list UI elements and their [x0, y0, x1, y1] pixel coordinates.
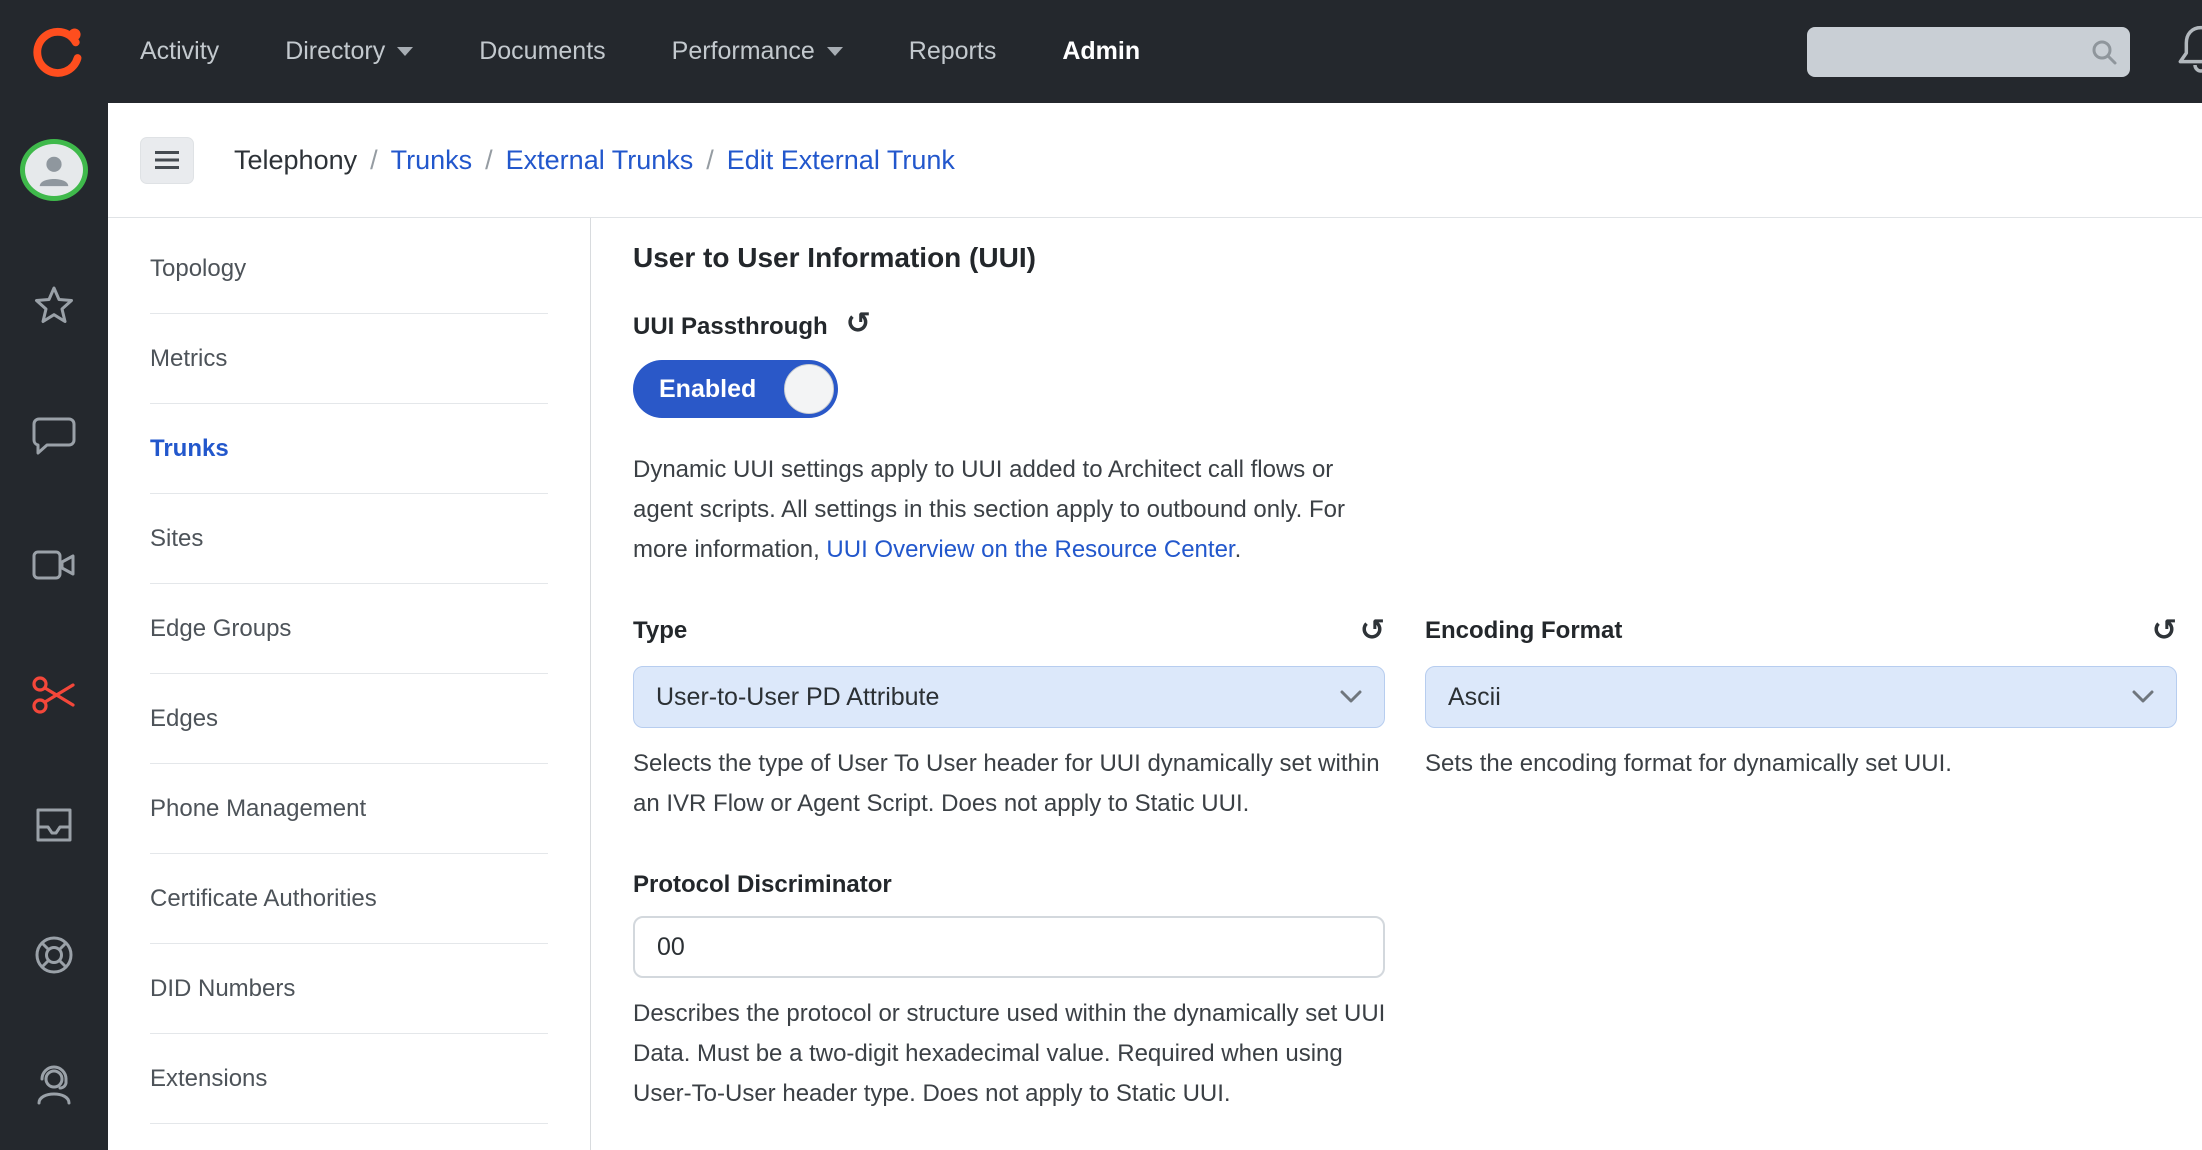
life-buoy-icon — [31, 932, 77, 978]
breadcrumb-separator: / — [370, 145, 378, 176]
menu-item-topology[interactable]: Topology — [150, 224, 548, 314]
left-icon-rail — [0, 103, 108, 1150]
description-text-end: . — [1235, 536, 1242, 563]
type-select-value: User-to-User PD Attribute — [656, 683, 939, 712]
scissors-button[interactable] — [0, 630, 108, 760]
toggle-knob — [784, 364, 834, 414]
menu-item-sites[interactable]: Sites — [150, 494, 548, 584]
chevron-down-icon — [397, 47, 413, 56]
menu-item-certificate-authorities[interactable]: Certificate Authorities — [150, 854, 548, 944]
nav-item-performance[interactable]: Performance — [672, 37, 843, 66]
hamburger-icon — [154, 150, 180, 170]
protocol-label: Protocol Discriminator — [633, 871, 892, 899]
video-button[interactable] — [0, 500, 108, 630]
topbar-right — [1807, 21, 2202, 82]
chevron-down-icon — [2132, 690, 2154, 704]
reset-icon[interactable]: ↺ — [846, 309, 871, 339]
breadcrumb-bar: Telephony / Trunks / External Trunks / E… — [108, 103, 2202, 218]
scissors-icon — [30, 673, 78, 717]
encoding-help-text: Sets the encoding format for dynamically… — [1425, 744, 2177, 784]
uui-overview-link[interactable]: UUI Overview on the Resource Center — [826, 536, 1234, 563]
reset-icon[interactable]: ↺ — [2152, 616, 2177, 646]
menu-item-metrics[interactable]: Metrics — [150, 314, 548, 404]
menu-toggle-button[interactable] — [140, 137, 194, 184]
nav-item-reports[interactable]: Reports — [909, 37, 997, 66]
field-columns: Type ↺ User-to-User PD Attribute Selects… — [633, 614, 2202, 824]
protocol-help-text: Describes the protocol or structure used… — [633, 994, 1389, 1114]
type-help-text: Selects the type of User To User header … — [633, 744, 1385, 824]
menu-item-did-numbers[interactable]: DID Numbers — [150, 944, 548, 1034]
app-root: Activity Directory Documents Performance… — [0, 0, 2202, 1150]
agent-button[interactable] — [0, 1020, 108, 1150]
toggle-state-label: Enabled — [659, 375, 756, 404]
protocol-discriminator-input[interactable] — [633, 916, 1385, 978]
uui-passthrough-toggle[interactable]: Enabled — [633, 360, 838, 418]
breadcrumb-separator: / — [485, 145, 493, 176]
chevron-down-icon — [1340, 690, 1362, 704]
type-label-row: Type ↺ — [633, 614, 1385, 648]
breadcrumb-separator: / — [706, 145, 714, 176]
rail-icons — [0, 240, 108, 1150]
video-camera-icon — [30, 545, 78, 585]
nav-item-label: Directory — [285, 37, 385, 66]
person-icon — [35, 151, 73, 189]
telephony-menu: Topology Metrics Trunks Sites Edge Group… — [108, 218, 591, 1150]
encoding-select-value: Ascii — [1448, 683, 1501, 712]
chevron-down-icon — [827, 47, 843, 56]
chat-button[interactable] — [0, 370, 108, 500]
protocol-label-row: Protocol Discriminator — [633, 868, 2202, 902]
uui-passthrough-label-row: UUI Passthrough ↺ — [633, 310, 2202, 344]
nav-item-documents[interactable]: Documents — [479, 37, 605, 66]
content-area: Telephony / Trunks / External Trunks / E… — [108, 103, 2202, 1150]
uui-settings-panel: User to User Information (UUI) UUI Passt… — [591, 218, 2202, 1150]
type-label: Type — [633, 617, 687, 645]
genesys-logo-icon — [25, 23, 83, 81]
inbox-tray-icon — [31, 804, 77, 846]
breadcrumb-item-external-trunks[interactable]: External Trunks — [506, 145, 694, 176]
encoding-select[interactable]: Ascii — [1425, 666, 2177, 728]
notifications-button[interactable] — [2174, 21, 2202, 82]
chat-bubble-icon — [31, 413, 77, 457]
search-input[interactable] — [1825, 37, 2090, 67]
user-avatar[interactable] — [20, 139, 88, 201]
inbox-button[interactable] — [0, 760, 108, 890]
star-icon — [32, 283, 76, 327]
nav-item-activity[interactable]: Activity — [140, 37, 219, 66]
menu-item-trunks[interactable]: Trunks — [150, 404, 548, 494]
type-field-column: Type ↺ User-to-User PD Attribute Selects… — [633, 614, 1385, 824]
body-row: Telephony / Trunks / External Trunks / E… — [0, 103, 2202, 1150]
nav-item-directory[interactable]: Directory — [285, 37, 413, 66]
page-body: Topology Metrics Trunks Sites Edge Group… — [108, 218, 2202, 1150]
menu-item-edges[interactable]: Edges — [150, 674, 548, 764]
global-search[interactable] — [1807, 27, 2130, 77]
encoding-label: Encoding Format — [1425, 617, 1622, 645]
genesys-logo[interactable] — [0, 0, 108, 103]
menu-item-edge-groups[interactable]: Edge Groups — [150, 584, 548, 674]
agent-headset-icon — [31, 1062, 77, 1108]
nav-item-label: Performance — [672, 37, 815, 66]
protocol-discriminator-field: Protocol Discriminator Describes the pro… — [633, 868, 2202, 1114]
menu-item-extensions[interactable]: Extensions — [150, 1034, 548, 1124]
search-icon — [2090, 38, 2118, 66]
type-select[interactable]: User-to-User PD Attribute — [633, 666, 1385, 728]
encoding-label-row: Encoding Format ↺ — [1425, 614, 2177, 648]
uui-description: Dynamic UUI settings apply to UUI added … — [633, 450, 1389, 570]
bell-icon — [2174, 21, 2202, 77]
favorites-button[interactable] — [0, 240, 108, 370]
uui-passthrough-label: UUI Passthrough — [633, 313, 828, 341]
breadcrumb: Telephony / Trunks / External Trunks / E… — [234, 145, 955, 176]
top-navbar: Activity Directory Documents Performance… — [0, 0, 2202, 103]
breadcrumb-item-edit-external-trunk[interactable]: Edit External Trunk — [727, 145, 955, 176]
encoding-field-column: Encoding Format ↺ Ascii Sets the encodin… — [1425, 614, 2177, 824]
menu-item-phone-management[interactable]: Phone Management — [150, 764, 548, 854]
breadcrumb-item-trunks[interactable]: Trunks — [391, 145, 473, 176]
section-title: User to User Information (UUI) — [633, 242, 2202, 274]
nav-item-admin[interactable]: Admin — [1062, 37, 1140, 66]
help-button[interactable] — [0, 890, 108, 1020]
breadcrumb-item-telephony: Telephony — [234, 145, 357, 176]
top-nav-items: Activity Directory Documents Performance… — [140, 37, 1140, 66]
reset-icon[interactable]: ↺ — [1360, 616, 1385, 646]
